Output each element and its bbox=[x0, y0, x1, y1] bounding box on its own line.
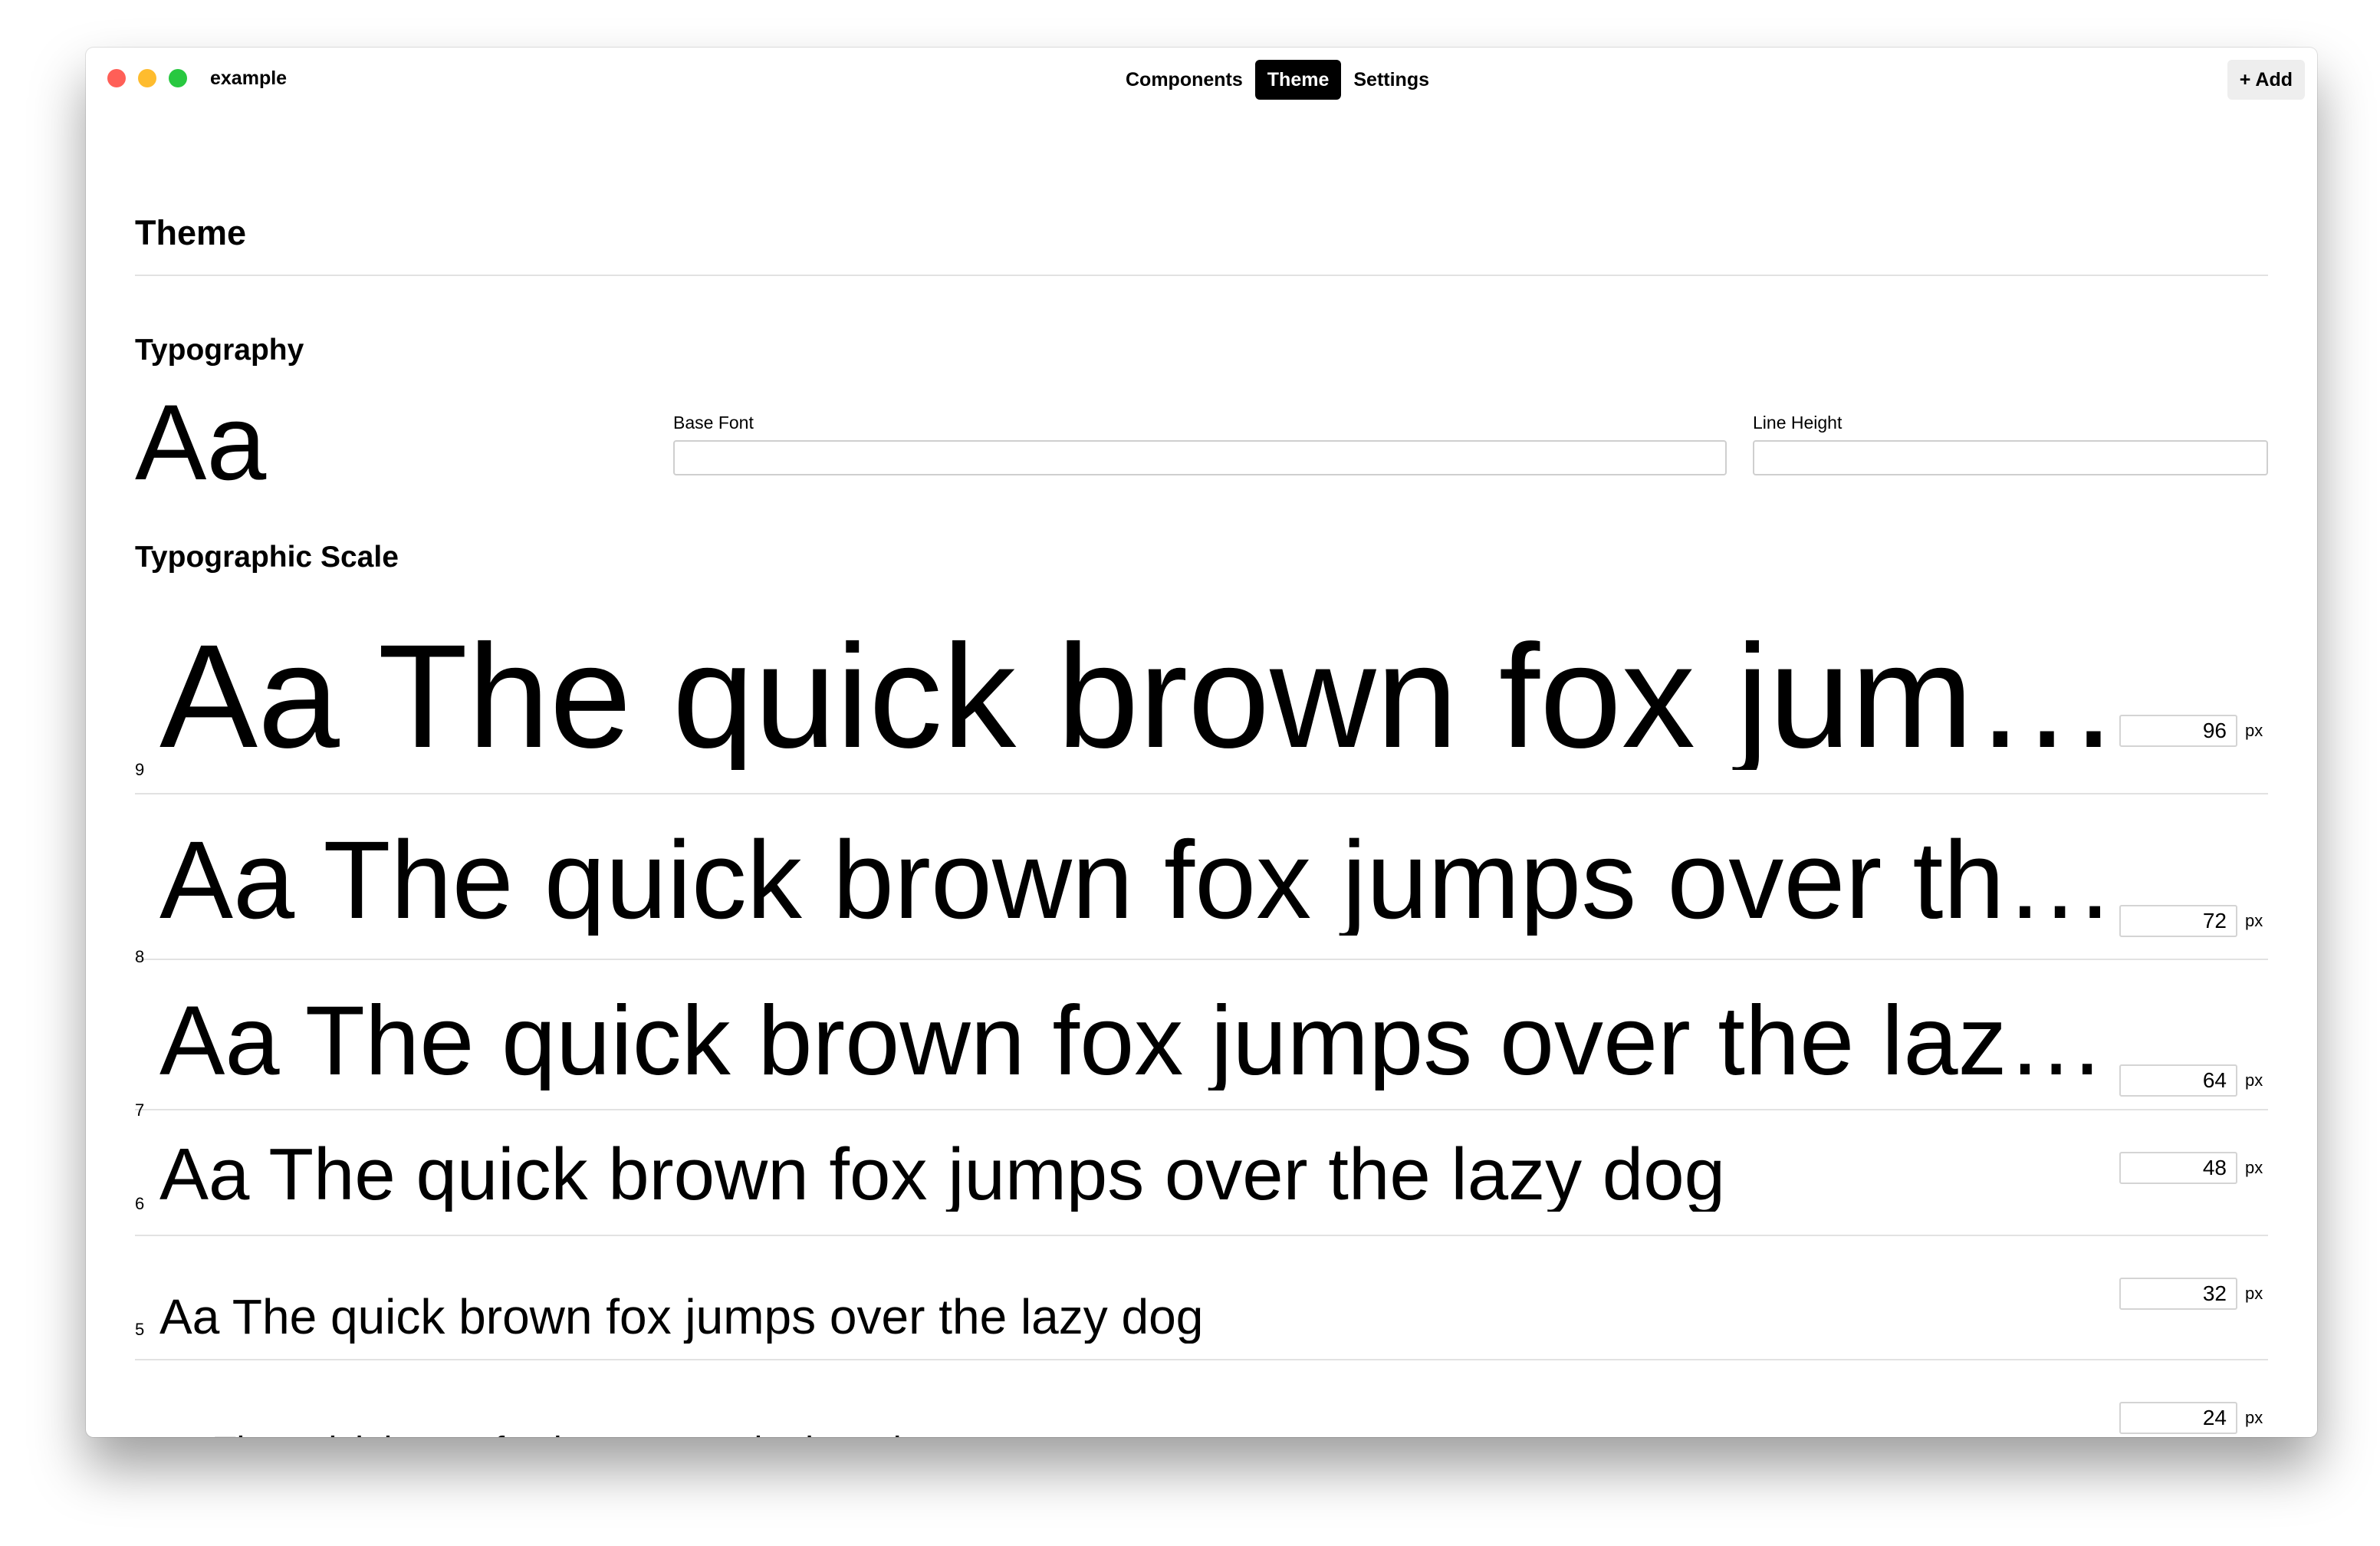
scale-row-6: 6 Aa The quick brown fox jumps over the … bbox=[135, 1109, 2268, 1236]
scale-sample-text: Aa The quick brown fox jumps over the la… bbox=[159, 1290, 1204, 1344]
px-unit-label: px bbox=[2245, 1071, 2263, 1090]
app-window: example Components Theme Settings + Add … bbox=[86, 48, 2317, 1437]
base-font-field-group: Base Font bbox=[673, 411, 1727, 475]
scale-sample-text: Aa The quick brown fox jumps over the la… bbox=[159, 1431, 2122, 1437]
px-unit-label: px bbox=[2245, 911, 2263, 930]
font-size-input[interactable]: 24 bbox=[2119, 1402, 2237, 1434]
font-size-input[interactable]: 96 bbox=[2119, 715, 2237, 747]
scale-sample-text: Aa The quick brown fox jumps over the la… bbox=[159, 825, 2122, 936]
font-size-input[interactable]: 48 bbox=[2119, 1152, 2237, 1184]
base-font-input[interactable] bbox=[673, 440, 1727, 475]
tab-components[interactable]: Components bbox=[1113, 60, 1255, 100]
add-button[interactable]: + Add bbox=[2227, 60, 2305, 100]
close-window-button[interactable] bbox=[107, 69, 126, 87]
scale-step-label: 5 bbox=[135, 1320, 145, 1339]
zoom-window-button[interactable] bbox=[169, 69, 187, 87]
font-size-input[interactable]: 64 bbox=[2119, 1064, 2237, 1097]
title-bar: example Components Theme Settings + Add bbox=[86, 48, 2317, 109]
scale-step-label: 9 bbox=[135, 760, 145, 779]
typography-heading: Typography bbox=[135, 334, 304, 367]
line-height-input[interactable] bbox=[1753, 440, 2268, 475]
scale-row-9: 9 Aa The quick brown fox jumps over the … bbox=[135, 600, 2268, 794]
scale-row-8: 8 Aa The quick brown fox jumps over the … bbox=[135, 793, 2268, 966]
scale-step-label: 6 bbox=[135, 1194, 145, 1213]
title-divider bbox=[135, 275, 2268, 276]
scale-sample-text: Aa The quick brown fox jumps over the la… bbox=[159, 992, 2122, 1090]
font-size-input[interactable]: 72 bbox=[2119, 905, 2237, 937]
page-title: Theme bbox=[135, 213, 247, 252]
font-size-input[interactable]: 32 bbox=[2119, 1278, 2237, 1310]
px-unit-label: px bbox=[2245, 1284, 2263, 1303]
font-sample: Aa bbox=[135, 382, 267, 502]
tab-settings[interactable]: Settings bbox=[1341, 60, 1441, 100]
line-height-label: Line Height bbox=[1753, 413, 1843, 433]
scale-row-7: 7 Aa The quick brown fox jumps over the … bbox=[135, 959, 2268, 1120]
scale-sample-text: Aa The quick brown fox jumps over the la… bbox=[159, 1138, 1725, 1212]
app-name: example bbox=[210, 67, 288, 89]
base-font-label: Base Font bbox=[673, 413, 754, 433]
line-height-field-group: Line Height bbox=[1753, 411, 2268, 475]
main-nav: Components Theme Settings bbox=[1113, 60, 1441, 100]
px-unit-label: px bbox=[2245, 721, 2263, 740]
scale-sample-text: Aa The quick brown fox jumps over the la… bbox=[159, 623, 2122, 770]
scale-row-5: 5 Aa The quick brown fox jumps over the … bbox=[135, 1235, 2268, 1360]
scale-row-4: 4 Aa The quick brown fox jumps over the … bbox=[135, 1359, 2268, 1437]
tab-theme[interactable]: Theme bbox=[1254, 60, 1342, 100]
px-unit-label: px bbox=[2245, 1408, 2263, 1427]
minimize-window-button[interactable] bbox=[138, 69, 156, 87]
px-unit-label: px bbox=[2245, 1158, 2263, 1177]
typographic-scale-heading: Typographic Scale bbox=[135, 541, 399, 574]
